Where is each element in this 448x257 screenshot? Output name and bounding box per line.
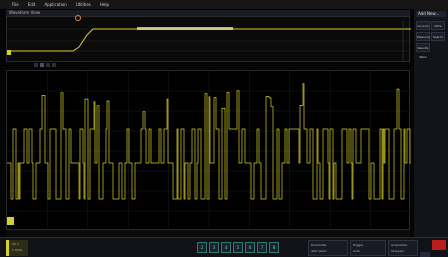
run-stop-button[interactable] — [432, 240, 446, 250]
status-bar: Ch 1 1 V/div 2 3 4 5 6 7 8 Horizontal 40… — [0, 237, 448, 257]
channel-key-5[interactable]: 5 — [233, 242, 243, 253]
channel-key-8[interactable]: 8 — [269, 242, 279, 253]
horizontal-title: Horizontal — [311, 243, 327, 247]
channel-1-scale: 1 V/div — [12, 248, 23, 252]
channel-key-3[interactable]: 3 — [209, 242, 219, 253]
trigger-title: Trigger — [353, 243, 364, 247]
zoom-btn-2[interactable] — [40, 63, 44, 67]
results-table-button[interactable]: Results Table — [416, 43, 430, 59]
acquisition-title: Acquisition — [391, 243, 408, 247]
overview-trace — [7, 21, 411, 61]
channel-key-6[interactable]: 6 — [245, 242, 255, 253]
horizontal-value: 400 ns/div — [311, 249, 327, 253]
note-button[interactable]: Note — [431, 21, 445, 30]
trigger-marker-icon[interactable] — [75, 15, 81, 21]
menu-help[interactable]: Help — [100, 2, 109, 7]
time-axis — [6, 230, 410, 237]
measure-button[interactable]: Measure — [416, 32, 430, 41]
zoom-btn-3[interactable] — [46, 63, 50, 67]
channel-keys: 2 3 4 5 6 7 8 — [197, 242, 279, 253]
search-button[interactable]: Search — [431, 32, 445, 41]
menu-application[interactable]: Application — [44, 2, 66, 7]
channel-key-4[interactable]: 4 — [221, 242, 231, 253]
digital-trace — [7, 83, 411, 200]
channel-1-name: Ch 1 — [12, 242, 19, 246]
channel-key-7[interactable]: 7 — [257, 242, 267, 253]
menu-bar: File Edit Application Utilities Help — [0, 0, 448, 9]
channel-key-2[interactable]: 2 — [197, 242, 207, 253]
channel-1-badge[interactable]: Ch 1 1 V/div — [6, 240, 28, 256]
trigger-box[interactable]: Trigger Auto — [350, 240, 386, 256]
channel-1-marker[interactable] — [7, 217, 14, 225]
waveform-plot — [7, 71, 411, 231]
acquisition-box[interactable]: Acquisition Stopped — [388, 240, 418, 256]
trigger-value: Auto — [353, 249, 360, 253]
zoom-btn-1[interactable] — [34, 63, 38, 67]
acquisition-value: Stopped — [391, 249, 404, 253]
add-new-header: Add New... — [416, 11, 446, 17]
cursors-button[interactable]: Cursors — [416, 21, 430, 30]
menu-utilities[interactable]: Utilities — [76, 2, 91, 7]
menu-edit[interactable]: Edit — [28, 2, 36, 7]
main-waveform-pane[interactable] — [6, 70, 411, 231]
horizontal-box[interactable]: Horizontal 400 ns/div — [308, 240, 348, 256]
single-button[interactable] — [420, 252, 430, 257]
overview-channel-tag — [7, 50, 11, 55]
zoom-btn-4[interactable] — [52, 63, 56, 67]
zoom-toolbar — [6, 62, 410, 68]
menu-file[interactable]: File — [12, 2, 19, 7]
right-panel: Add New... Cursors Note Measure Search R… — [414, 9, 448, 257]
overview-pane[interactable] — [6, 15, 411, 62]
